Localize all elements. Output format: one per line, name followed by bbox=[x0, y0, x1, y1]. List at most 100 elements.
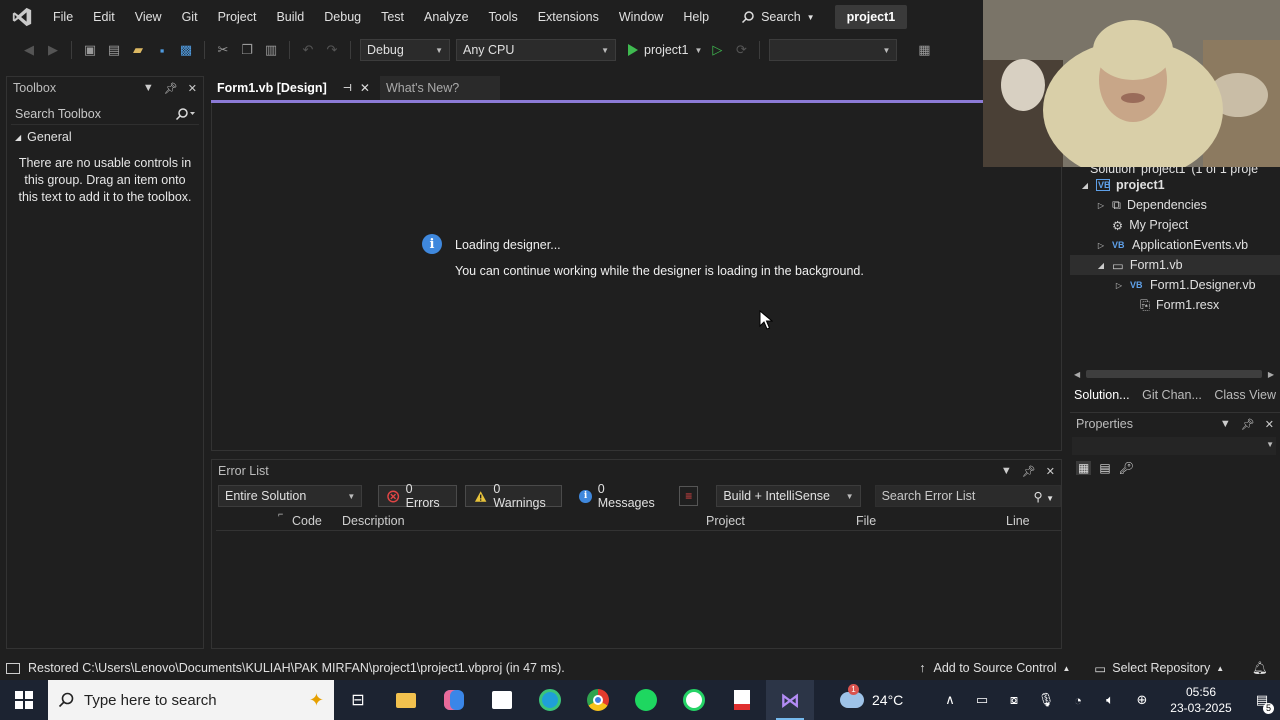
chevron-down-icon[interactable]: ▼ bbox=[1220, 418, 1231, 431]
spotify-app[interactable] bbox=[622, 680, 670, 720]
close-icon[interactable]: ✕ bbox=[1046, 465, 1055, 478]
column-description[interactable]: Description bbox=[342, 514, 405, 528]
menu-project[interactable]: Project bbox=[208, 0, 267, 34]
column-project[interactable]: Project bbox=[706, 514, 745, 528]
menu-build[interactable]: Build bbox=[266, 0, 314, 34]
designer-surface[interactable]: i Loading designer... You can continue w… bbox=[211, 103, 1062, 451]
forward-icon[interactable]: ▶ bbox=[44, 41, 62, 59]
chevron-up-icon[interactable]: ∧ bbox=[934, 692, 966, 708]
tree-item-my-project[interactable]: ⚙ My Project bbox=[1070, 215, 1280, 235]
menu-window[interactable]: Window bbox=[609, 0, 673, 34]
visual-studio-app[interactable]: ⋈ bbox=[766, 680, 814, 720]
build-source-dropdown[interactable]: Build + IntelliSense ▼ bbox=[716, 485, 861, 507]
categorized-icon[interactable]: ▦ bbox=[1076, 461, 1092, 475]
menu-tools[interactable]: Tools bbox=[479, 0, 528, 34]
close-icon[interactable]: ✕ bbox=[188, 82, 197, 95]
column-line[interactable]: Line bbox=[1006, 514, 1030, 528]
cut-icon[interactable]: ✂ bbox=[214, 41, 232, 59]
tree-item-form1-resx[interactable]: ⎘ Form1.resx bbox=[1070, 295, 1280, 315]
configuration-dropdown[interactable]: Debug ▼ bbox=[360, 39, 450, 61]
tree-item-applicationevents[interactable]: ▷ VB ApplicationEvents.vb bbox=[1070, 235, 1280, 255]
menu-test[interactable]: Test bbox=[371, 0, 414, 34]
column-code[interactable]: Code bbox=[292, 514, 322, 528]
tab-solution-explorer[interactable]: Solution... bbox=[1074, 388, 1130, 402]
clock[interactable]: 05:56 23-03-2025 bbox=[1158, 684, 1244, 716]
chrome-app[interactable] bbox=[574, 680, 622, 720]
error-list-search-input[interactable]: Search Error List ⚲ ▼ bbox=[874, 485, 1061, 507]
whatsapp-app[interactable] bbox=[670, 680, 718, 720]
menu-git[interactable]: Git bbox=[172, 0, 208, 34]
close-icon[interactable]: ✕ bbox=[1265, 418, 1274, 431]
hot-reload-icon[interactable]: ⟳ bbox=[732, 41, 750, 59]
menu-analyze[interactable]: Analyze bbox=[414, 0, 478, 34]
tab-class-view[interactable]: Class View bbox=[1214, 388, 1276, 402]
horizontal-scrollbar[interactable]: ◀ ▶ bbox=[1074, 368, 1274, 380]
paste-icon[interactable]: ▥ bbox=[262, 41, 280, 59]
wifi-icon[interactable]: ◔ bbox=[1062, 693, 1094, 708]
menu-file[interactable]: File bbox=[43, 0, 83, 34]
scroll-left-icon[interactable]: ◀ bbox=[1074, 370, 1080, 379]
camera-icon[interactable]: ⧇ bbox=[998, 692, 1030, 708]
status-output-icon[interactable] bbox=[6, 662, 20, 674]
toolbox-group-general[interactable]: ◢ General bbox=[7, 125, 203, 149]
tab-whats-new[interactable]: What's New? bbox=[379, 76, 500, 100]
open-folder-icon[interactable]: ▰ bbox=[129, 41, 147, 59]
global-search-button[interactable]: Search ▼ bbox=[741, 10, 815, 24]
pdf-reader-app[interactable] bbox=[718, 680, 766, 720]
file-explorer-app[interactable] bbox=[382, 680, 430, 720]
add-item-icon[interactable]: ▤ bbox=[105, 41, 123, 59]
weather-widget[interactable]: 1 24°C bbox=[840, 684, 903, 708]
pin-icon[interactable]: 📌︎ bbox=[1022, 465, 1036, 478]
save-icon[interactable]: ▪ bbox=[153, 41, 171, 59]
messages-filter-button[interactable]: i 0 Messages bbox=[570, 482, 671, 510]
menu-edit[interactable]: Edit bbox=[83, 0, 125, 34]
select-repository-button[interactable]: Select Repository bbox=[1112, 661, 1210, 675]
language-globe-icon[interactable]: ⊕ bbox=[1126, 692, 1158, 708]
save-all-icon[interactable]: ▩ bbox=[177, 41, 195, 59]
properties-object-dropdown[interactable]: ▼ bbox=[1072, 437, 1276, 455]
platform-dropdown[interactable]: Any CPU ▼ bbox=[456, 39, 616, 61]
start-button[interactable] bbox=[0, 680, 48, 720]
tree-item-dependencies[interactable]: ▷ ⧉ Dependencies bbox=[1070, 195, 1280, 215]
microphone-icon[interactable]: 🎙︎ bbox=[1030, 692, 1062, 708]
sort-icon[interactable]: ⌐ bbox=[278, 509, 283, 519]
chevron-down-icon[interactable]: ▼ bbox=[1001, 465, 1012, 478]
scrollbar-thumb[interactable] bbox=[1086, 370, 1262, 378]
alphabetical-icon[interactable]: ▤ bbox=[1099, 461, 1110, 475]
menu-help[interactable]: Help bbox=[673, 0, 719, 34]
new-project-icon[interactable]: ▣ bbox=[81, 41, 99, 59]
taskbar-search-box[interactable]: Type here to search ✦ bbox=[48, 680, 334, 720]
redo-icon[interactable]: ↷ bbox=[323, 41, 341, 59]
tree-item-form1-designer[interactable]: ▷ VB Form1.Designer.vb bbox=[1070, 275, 1280, 295]
menu-extensions[interactable]: Extensions bbox=[528, 0, 609, 34]
visual-studio-logo-icon[interactable] bbox=[11, 6, 33, 28]
volume-icon[interactable]: 🔈︎ bbox=[1094, 692, 1126, 708]
toolbar-settings-icon[interactable]: ▦ bbox=[915, 41, 933, 59]
add-to-source-control-button[interactable]: Add to Source Control bbox=[934, 661, 1057, 675]
scope-dropdown[interactable]: Entire Solution ▼ bbox=[218, 485, 363, 507]
copilot-app[interactable] bbox=[430, 680, 478, 720]
undo-icon[interactable]: ↶ bbox=[299, 41, 317, 59]
property-pages-icon[interactable]: 🔑︎ bbox=[1119, 461, 1134, 475]
close-icon[interactable]: ✕ bbox=[360, 81, 370, 95]
menu-debug[interactable]: Debug bbox=[314, 0, 371, 34]
column-file[interactable]: File bbox=[856, 514, 876, 528]
tab-form1-design[interactable]: Form1.vb [Design] ⊣ ✕ bbox=[211, 76, 376, 100]
start-without-debugging-icon[interactable]: ▷ bbox=[708, 41, 726, 59]
notifications-bell-icon[interactable]: 🔔︎ bbox=[1252, 661, 1268, 676]
menu-view[interactable]: View bbox=[125, 0, 172, 34]
errors-filter-button[interactable]: 0 Errors bbox=[378, 482, 458, 510]
warnings-filter-button[interactable]: 0 Warnings bbox=[465, 482, 563, 510]
copy-icon[interactable]: ❐ bbox=[238, 41, 256, 59]
battery-icon[interactable]: ▭ bbox=[966, 692, 998, 708]
chevron-down-icon[interactable]: ▼ bbox=[143, 82, 154, 95]
tab-git-changes[interactable]: Git Chan... bbox=[1142, 388, 1202, 402]
filter-toggle-icon[interactable]: ≡ bbox=[679, 486, 699, 506]
microsoft-store-app[interactable] bbox=[478, 680, 526, 720]
empty-toolbar-dropdown[interactable]: ▼ bbox=[769, 39, 898, 61]
scroll-right-icon[interactable]: ▶ bbox=[1268, 370, 1274, 379]
pin-icon[interactable]: ⊣ bbox=[343, 83, 352, 94]
edge-app[interactable] bbox=[526, 680, 574, 720]
tree-item-form1[interactable]: ◢ ▭ Form1.vb bbox=[1070, 255, 1280, 275]
start-debugging-button[interactable]: project1 ▼ bbox=[628, 43, 702, 57]
